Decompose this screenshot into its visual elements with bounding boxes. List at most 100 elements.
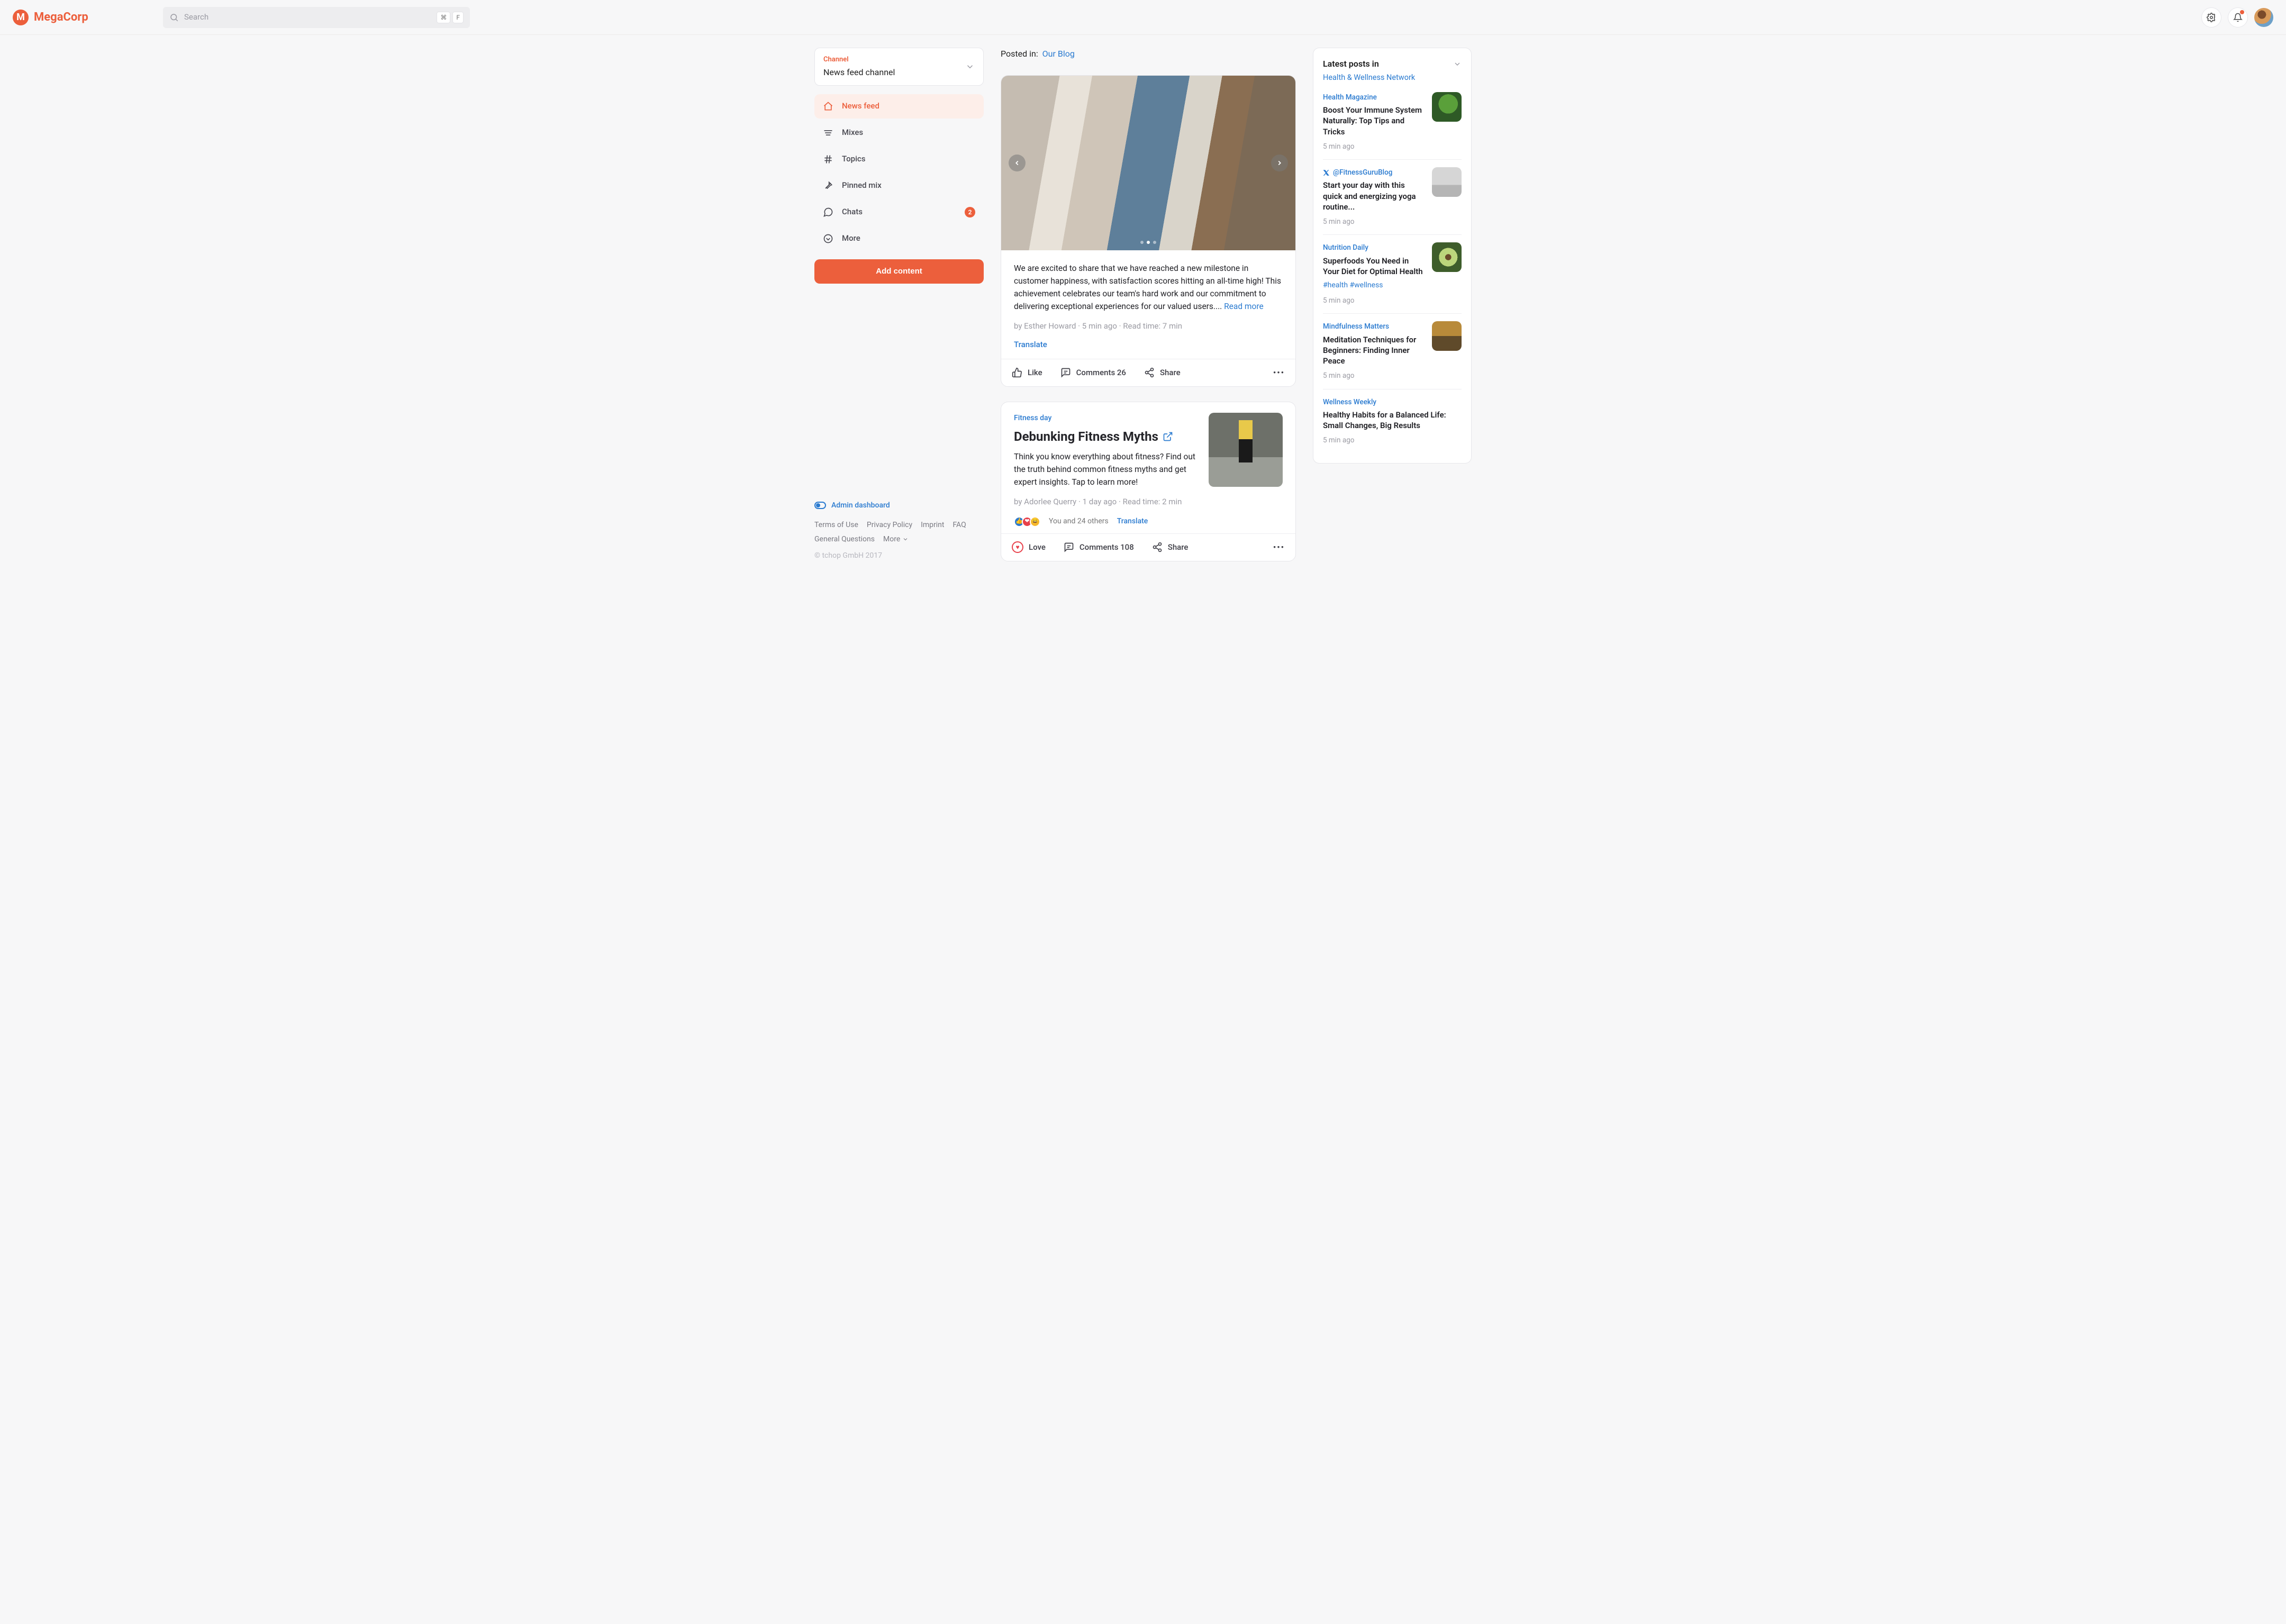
copyright: © tchop GmbH 2017: [814, 550, 984, 561]
latest-post-item[interactable]: Health Magazine Boost Your Immune System…: [1323, 92, 1462, 159]
heart-icon: ♥: [1012, 541, 1023, 553]
nav-label: Chats: [842, 206, 956, 218]
brand-logo[interactable]: M MegaCorp: [13, 8, 150, 26]
hash-icon: [823, 154, 833, 165]
gear-icon: [2207, 13, 2216, 22]
notification-indicator: [2240, 10, 2244, 14]
admin-dashboard-link[interactable]: Admin dashboard: [814, 500, 984, 511]
latest-posts-channel[interactable]: Health & Wellness Network: [1323, 73, 1415, 82]
share-button[interactable]: Share: [1144, 367, 1181, 379]
search-shortcut: ⌘ F: [437, 12, 464, 23]
footer-privacy[interactable]: Privacy Policy: [867, 520, 912, 531]
post-description: We are excited to share that we have rea…: [1014, 262, 1283, 313]
latest-posts-header: Latest posts in: [1323, 58, 1462, 70]
latest-post-source: @FitnessGuruBlog: [1323, 167, 1425, 178]
search-icon: [169, 13, 179, 22]
notifications-button[interactable]: [2228, 7, 2248, 28]
latest-post-thumbnail: [1432, 92, 1462, 122]
footer-faq[interactable]: FAQ: [952, 520, 966, 531]
share-icon: [1152, 542, 1163, 552]
translate-link[interactable]: Translate: [1014, 339, 1047, 351]
search-input[interactable]: Search ⌘ F: [163, 7, 470, 28]
latest-post-item[interactable]: Wellness Weekly Healthy Habits for a Bal…: [1323, 389, 1462, 453]
mixes-icon: [823, 128, 833, 138]
carousel-prev[interactable]: [1009, 155, 1026, 171]
laugh-reaction-icon: 😄: [1030, 516, 1040, 527]
post-actions: ♥ Love Comments 108 Share •••: [1001, 533, 1295, 561]
comments-button[interactable]: Comments 108: [1064, 541, 1134, 554]
latest-post-source: Mindfulness Matters: [1323, 321, 1425, 332]
chevron-down-icon: [965, 62, 975, 71]
toggle-icon: [814, 502, 826, 509]
search-placeholder: Search: [184, 11, 437, 23]
nav-label: Topics: [842, 153, 975, 165]
comments-button[interactable]: Comments 26: [1060, 367, 1126, 379]
nav-newsfeed[interactable]: News feed: [814, 94, 984, 119]
post-meta: by Adorlee Querry · 1 day ago · Read tim…: [1014, 496, 1199, 508]
footer-terms[interactable]: Terms of Use: [814, 520, 858, 531]
chevron-circle-down-icon: [823, 233, 833, 244]
header-actions: [2201, 7, 2273, 28]
latest-post-title: Meditation Techniques for Beginners: Fin…: [1323, 334, 1425, 367]
carousel-dots[interactable]: [1140, 241, 1156, 244]
feed-post: Fitness day Debunking Fitness Myths Thin…: [1001, 402, 1296, 561]
thumbs-up-icon: [1012, 367, 1022, 378]
latest-post-time: 5 min ago: [1323, 141, 1425, 152]
settings-button[interactable]: [2201, 7, 2221, 28]
channel-selector[interactable]: Channel News feed channel: [814, 48, 984, 86]
post-menu-button[interactable]: •••: [1273, 541, 1285, 554]
user-avatar[interactable]: [2254, 8, 2273, 27]
right-panel: Latest posts in Health & Wellness Networ…: [1313, 48, 1472, 561]
comment-icon: [1060, 367, 1071, 378]
translate-link[interactable]: Translate: [1117, 516, 1148, 527]
post-menu-button[interactable]: •••: [1273, 367, 1285, 379]
chevron-left-icon: [1013, 159, 1021, 167]
nav-mixes[interactable]: Mixes: [814, 121, 984, 145]
latest-post-hashtags[interactable]: #health #wellness: [1323, 280, 1425, 291]
nav-label: Pinned mix: [842, 179, 975, 192]
latest-post-title: Boost Your Immune System Naturally: Top …: [1323, 105, 1425, 137]
add-content-button[interactable]: Add content: [814, 259, 984, 284]
post-actions: Like Comments 26 Share •••: [1001, 359, 1295, 386]
latest-post-time: 5 min ago: [1323, 295, 1425, 306]
post-tag[interactable]: Fitness day: [1014, 413, 1199, 424]
reactions-row: 👍 ❤ 😄 You and 24 others Translate: [1001, 516, 1295, 533]
post-meta: by Esther Howard · 5 min ago · Read time…: [1014, 320, 1283, 332]
chevron-down-icon[interactable]: [1453, 60, 1462, 68]
read-more-link[interactable]: Read more: [1224, 302, 1264, 311]
sidebar-nav: News feed Mixes Topics Pinned mix Chats …: [814, 94, 984, 251]
nav-topics[interactable]: Topics: [814, 147, 984, 171]
home-icon: [823, 101, 833, 112]
share-button[interactable]: Share: [1152, 541, 1189, 554]
brand-mark: M: [13, 10, 29, 25]
footer-imprint[interactable]: Imprint: [921, 520, 944, 531]
latest-post-thumbnail: [1432, 242, 1462, 272]
post-title[interactable]: Debunking Fitness Myths: [1014, 427, 1199, 446]
nav-chats[interactable]: Chats 2: [814, 200, 984, 224]
latest-post-item[interactable]: @FitnessGuruBlog Start your day with thi…: [1323, 159, 1462, 234]
latest-post-item[interactable]: Mindfulness Matters Meditation Technique…: [1323, 313, 1462, 388]
latest-post-thumbnail: [1432, 321, 1462, 351]
carousel-next[interactable]: [1271, 155, 1288, 171]
footer-general[interactable]: General Questions: [814, 534, 875, 545]
latest-post-item[interactable]: Nutrition Daily Superfoods You Need in Y…: [1323, 234, 1462, 313]
posted-in-link[interactable]: Our Blog: [1042, 49, 1075, 59]
footer-more[interactable]: More: [883, 534, 909, 545]
x-icon: [1323, 169, 1330, 176]
reactions-count[interactable]: You and 24 others: [1049, 516, 1109, 527]
footer-links: Terms of Use Privacy Policy Imprint FAQ …: [814, 520, 984, 545]
love-button[interactable]: ♥ Love: [1012, 541, 1046, 554]
comment-icon: [1064, 542, 1074, 552]
pin-icon: [823, 180, 833, 191]
like-button[interactable]: Like: [1012, 367, 1042, 379]
nav-pinned-mix[interactable]: Pinned mix: [814, 174, 984, 198]
channel-value: News feed channel: [823, 66, 965, 79]
brand-name: MegaCorp: [34, 8, 88, 26]
external-link-icon: [1163, 431, 1173, 442]
feed: Posted in: Our Blog We are excited to sh…: [1001, 48, 1296, 561]
nav-more[interactable]: More: [814, 226, 984, 251]
posted-in: Posted in: Our Blog: [1001, 48, 1296, 60]
post-description: Think you know everything about fitness?…: [1014, 450, 1199, 488]
latest-post-time: 5 min ago: [1323, 370, 1425, 381]
reaction-icons[interactable]: 👍 ❤ 😄: [1014, 516, 1040, 527]
